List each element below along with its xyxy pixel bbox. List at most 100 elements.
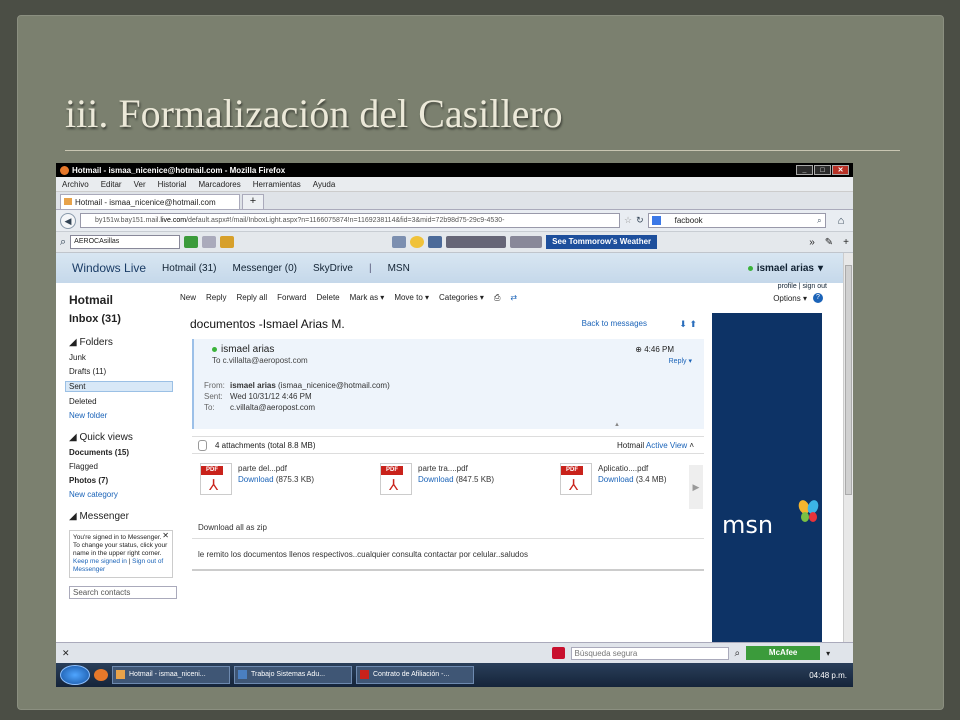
taskbar-item-trabajo[interactable]: Trabajo Sistemas Adu... bbox=[234, 666, 352, 684]
keep-signed-link[interactable]: Keep me signed in bbox=[73, 558, 127, 565]
sidebar-item-junk[interactable]: Junk bbox=[69, 353, 178, 362]
firefox-quicklaunch-icon[interactable] bbox=[94, 669, 108, 681]
menu-herramientas[interactable]: Herramientas bbox=[253, 180, 301, 189]
player-icon[interactable] bbox=[446, 236, 507, 248]
sidebar-item-sent[interactable]: Sent bbox=[65, 381, 173, 392]
scrollbar-thumb[interactable] bbox=[845, 265, 852, 495]
move-to-button[interactable]: Move to ▾ bbox=[394, 293, 429, 303]
reply-button[interactable]: Reply bbox=[206, 293, 226, 303]
mark-as-button[interactable]: Mark as ▾ bbox=[350, 293, 385, 303]
new-category-link[interactable]: New category bbox=[69, 490, 178, 499]
messenger-header[interactable]: ◢ Messenger bbox=[69, 511, 178, 522]
download-link[interactable]: Download bbox=[598, 475, 634, 484]
dropdown-icon[interactable]: ▾ bbox=[826, 649, 830, 658]
green-tool-icon[interactable] bbox=[184, 236, 199, 248]
msn-ad-banner[interactable]: msn bbox=[712, 313, 822, 656]
overflow-chevron-icon[interactable]: » bbox=[809, 237, 815, 248]
help-icon[interactable]: ? bbox=[813, 293, 823, 303]
reply-link[interactable]: Reply ▾ bbox=[669, 357, 692, 365]
hotmail-heading[interactable]: Hotmail bbox=[69, 293, 178, 307]
sidebar-item-documents[interactable]: Documents (15) bbox=[69, 448, 129, 457]
collapse-icon[interactable]: ▲ bbox=[614, 422, 620, 428]
menu-archivo[interactable]: Archivo bbox=[62, 180, 89, 189]
taskbar-item-hotmail[interactable]: Hotmail - ismaa_niceni... bbox=[112, 666, 230, 684]
sender-name[interactable]: ismael arias bbox=[221, 344, 274, 355]
reply-all-button[interactable]: Reply all bbox=[236, 293, 267, 303]
folders-header[interactable]: ◢ Folders bbox=[69, 337, 178, 348]
signout-link[interactable]: sign out bbox=[802, 283, 827, 290]
attachment-item[interactable]: PDF ⅄ parte tra....pdf Download (847.5 KB) bbox=[380, 463, 520, 508]
sidebar-item-inbox[interactable]: Inbox (31) bbox=[69, 313, 178, 325]
attachment-item[interactable]: PDF ⅄ Aplicatio....pdf Download (3.4 MB) bbox=[560, 463, 700, 508]
firefox-icon bbox=[116, 670, 125, 679]
windows-live-logo[interactable]: Windows Live bbox=[72, 261, 146, 275]
magnifier-icon[interactable]: ⌕ bbox=[817, 214, 821, 227]
toolbar-select[interactable]: AEROCAsillas bbox=[70, 235, 181, 249]
options-button[interactable]: Options ▾ bbox=[773, 294, 807, 303]
search-go-icon[interactable]: ⌕ bbox=[735, 648, 741, 659]
page-scrollbar[interactable] bbox=[843, 253, 853, 662]
safe-search-input[interactable]: Búsqueda segura bbox=[570, 646, 729, 660]
sidebar-item-flagged[interactable]: Flagged bbox=[69, 462, 178, 471]
search-input[interactable]: facbook ⌕ bbox=[647, 213, 826, 228]
system-clock[interactable]: 04:48 p.m. bbox=[809, 671, 847, 680]
attachments-next-icon[interactable]: ▶ bbox=[689, 465, 703, 509]
close-button[interactable]: ✕ bbox=[832, 165, 849, 175]
back-to-messages-link[interactable]: Back to messages bbox=[582, 319, 647, 328]
new-button[interactable]: New bbox=[180, 293, 196, 303]
new-tab-button[interactable]: + bbox=[242, 194, 264, 209]
taskbar-item-contrato[interactable]: Contrato de Afiliación -... bbox=[356, 666, 474, 684]
reload-icon[interactable]: ↻ bbox=[636, 215, 644, 226]
nav-msn[interactable]: MSN bbox=[388, 263, 410, 274]
media-icon[interactable] bbox=[428, 236, 443, 248]
home-icon[interactable]: ⌂ bbox=[838, 215, 845, 227]
menu-ayuda[interactable]: Ayuda bbox=[313, 180, 336, 189]
active-view-link[interactable]: Active View bbox=[646, 441, 687, 450]
add-icon[interactable]: + bbox=[843, 237, 849, 248]
quick-views-header[interactable]: ◢ Quick views bbox=[69, 432, 178, 443]
sidebar-item-photos[interactable]: Photos (7) bbox=[69, 476, 108, 485]
print-icon[interactable]: ⎙ bbox=[494, 293, 500, 303]
from-name[interactable]: ismael arias bbox=[230, 381, 276, 390]
download-link[interactable]: Download bbox=[238, 475, 274, 484]
weather-button[interactable]: See Tommorow's Weather bbox=[546, 235, 658, 249]
refresh-icon[interactable]: ⇄ bbox=[510, 293, 517, 303]
message-nav-arrows-icon[interactable]: ⬇ ⬆ bbox=[679, 319, 697, 330]
sidebar-item-drafts[interactable]: Drafts (11) bbox=[69, 367, 178, 376]
start-button[interactable] bbox=[60, 665, 90, 685]
menu-marcadores[interactable]: Marcadores bbox=[199, 180, 241, 189]
download-zip-link[interactable]: Download all as zip bbox=[198, 523, 267, 532]
user-menu[interactable]: ismael arias ▾ bbox=[747, 263, 823, 274]
close-findbar-icon[interactable]: ✕ bbox=[62, 648, 70, 659]
back-arrow-icon[interactable]: ◀ bbox=[60, 212, 76, 229]
smiley-icon[interactable] bbox=[410, 236, 425, 248]
wrench-icon[interactable]: ✎ bbox=[825, 237, 833, 248]
sound-icon[interactable] bbox=[202, 236, 217, 248]
chat-icon[interactable] bbox=[392, 236, 407, 248]
download-link[interactable]: Download bbox=[418, 475, 454, 484]
categories-button[interactable]: Categories ▾ bbox=[439, 293, 484, 303]
menu-historial[interactable]: Historial bbox=[158, 180, 187, 189]
close-icon[interactable]: ✕ bbox=[162, 532, 169, 540]
menu-editar[interactable]: Editar bbox=[101, 180, 122, 189]
game-icon[interactable] bbox=[220, 236, 235, 248]
address-bar[interactable]: by151w.bay151.mail.live.com/default.aspx… bbox=[80, 213, 620, 228]
mcafee-button[interactable]: McAfee bbox=[746, 646, 821, 660]
attachment-item[interactable]: PDF ⅄ parte del...pdf Download (875.3 KB) bbox=[200, 463, 340, 508]
radio-icon[interactable] bbox=[510, 236, 543, 248]
sidebar-item-deleted[interactable]: Deleted bbox=[69, 397, 178, 406]
bookmark-star-icon[interactable]: ☆ bbox=[624, 215, 632, 226]
profile-link[interactable]: profile bbox=[778, 283, 797, 290]
delete-button[interactable]: Delete bbox=[317, 293, 340, 303]
menu-ver[interactable]: Ver bbox=[134, 180, 146, 189]
tab-hotmail[interactable]: Hotmail - ismaa_nicenice@hotmail.com bbox=[60, 194, 240, 209]
minimize-button[interactable]: _ bbox=[796, 165, 813, 175]
forward-button[interactable]: Forward bbox=[277, 293, 306, 303]
nav-messenger[interactable]: Messenger (0) bbox=[233, 263, 297, 274]
maximize-button[interactable]: □ bbox=[814, 165, 831, 175]
new-folder-link[interactable]: New folder bbox=[69, 411, 178, 420]
nav-hotmail[interactable]: Hotmail (31) bbox=[162, 263, 216, 274]
search-contacts-input[interactable]: Search contacts bbox=[69, 586, 177, 599]
nav-skydrive[interactable]: SkyDrive bbox=[313, 263, 353, 274]
search-tool-icon[interactable]: ⌕ bbox=[60, 236, 66, 249]
